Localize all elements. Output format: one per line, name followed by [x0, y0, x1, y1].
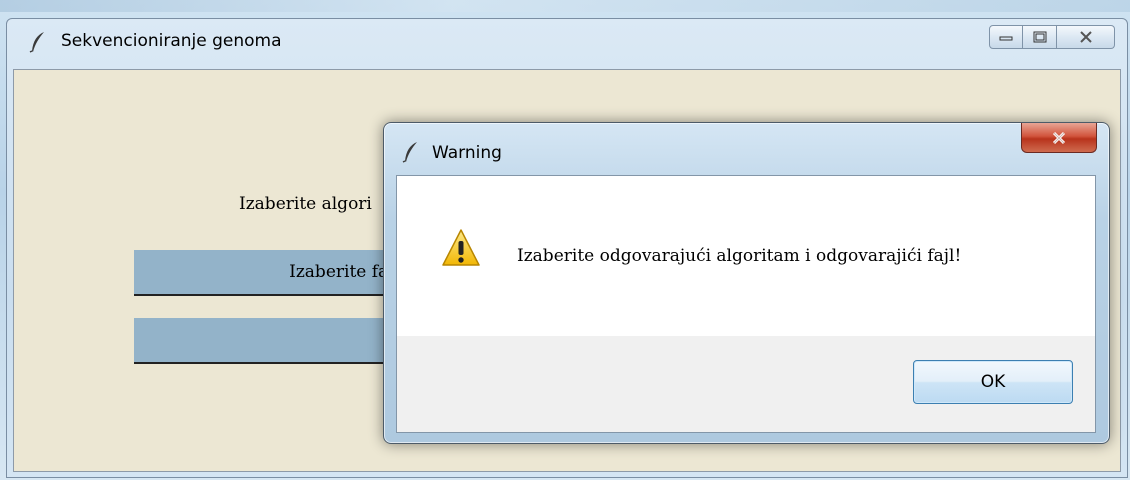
dialog-message: Izaberite odgovarajući algoritam i odgov…: [517, 246, 962, 266]
window-title: Sekvencioniranje genoma: [61, 31, 282, 51]
feather-icon: [402, 142, 417, 163]
minimize-icon: [999, 36, 1013, 41]
dialog-message-area: Izaberite odgovarajući algoritam i odgov…: [397, 176, 1095, 336]
window-controls: [989, 25, 1115, 49]
warning-icon: [442, 229, 480, 266]
feather-icon: [29, 32, 44, 53]
close-icon: [1079, 31, 1092, 43]
dialog-body: Izaberite odgovarajući algoritam i odgov…: [396, 175, 1096, 433]
minimize-button[interactable]: [989, 25, 1023, 49]
warning-dialog: Warning Izaberite odgovarajući algoritam…: [383, 122, 1110, 444]
algorithm-label: Izaberite algori: [239, 194, 372, 214]
dialog-close-button[interactable]: [1021, 123, 1097, 153]
main-titlebar[interactable]: Sekvencioniranje genoma: [7, 19, 1127, 67]
dialog-title: Warning: [432, 143, 502, 163]
background-taskbar: [0, 0, 1130, 12]
close-icon: [1052, 131, 1066, 144]
maximize-button[interactable]: [1023, 25, 1057, 49]
dialog-footer: OK: [397, 336, 1095, 432]
close-button[interactable]: [1057, 25, 1115, 49]
ok-button[interactable]: OK: [913, 360, 1073, 404]
maximize-icon: [1033, 31, 1046, 43]
